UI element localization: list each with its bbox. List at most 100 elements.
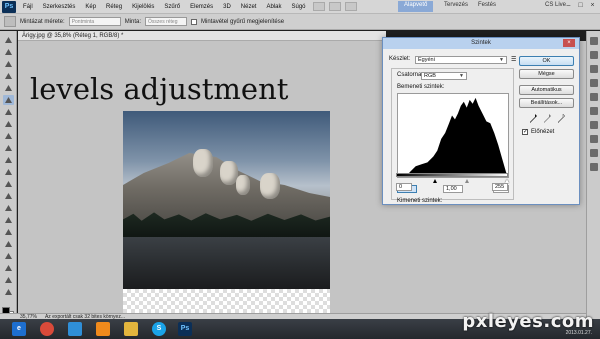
- dialog-title: Szintek: [383, 38, 579, 49]
- marquee-tool-icon[interactable]: [3, 47, 14, 57]
- crop-tool-icon[interactable]: [3, 83, 14, 93]
- input-levels-slider[interactable]: [397, 179, 509, 183]
- show-ring-label: Mintavétel gyűrű megjelenítése: [201, 18, 285, 25]
- swatches-panel-icon[interactable]: [590, 79, 598, 87]
- cs-live-button[interactable]: CS Live: [545, 2, 566, 8]
- dialog-close-icon[interactable]: ×: [563, 39, 575, 47]
- menu-file[interactable]: Fájl: [18, 4, 38, 10]
- healing-brush-tool-icon[interactable]: [3, 107, 14, 117]
- type-tool-icon[interactable]: [3, 215, 14, 225]
- brush-tool-icon[interactable]: [3, 119, 14, 129]
- eyedropper-tool-preset-icon[interactable]: [4, 16, 16, 27]
- blur-tool-icon[interactable]: [3, 179, 14, 189]
- history-panel-icon[interactable]: [590, 37, 598, 45]
- gray-point-eyedropper-icon[interactable]: [544, 114, 551, 123]
- output-levels-gradient: [396, 173, 508, 177]
- input-gray-field[interactable]: 1,00: [443, 185, 463, 193]
- output-white-field[interactable]: 255: [492, 183, 508, 191]
- actions-panel-icon[interactable]: [590, 51, 598, 59]
- 3d-rotate-tool-icon[interactable]: [3, 251, 14, 261]
- output-black-field[interactable]: 0: [396, 183, 412, 191]
- bridge-icon[interactable]: [312, 2, 325, 11]
- maximize-icon[interactable]: □: [576, 1, 585, 10]
- workspace-design[interactable]: Tervezés: [438, 1, 474, 12]
- 3d-orbit-tool-icon[interactable]: [3, 263, 14, 273]
- minimize-icon[interactable]: –: [564, 1, 573, 10]
- zoom-level-icon[interactable]: [344, 2, 357, 11]
- adjustments-panel-icon[interactable]: [590, 93, 598, 101]
- move-tool-icon[interactable]: [3, 35, 14, 45]
- paths-panel-icon[interactable]: [590, 135, 598, 143]
- lasso-tool-icon[interactable]: [3, 59, 14, 69]
- history-brush-tool-icon[interactable]: [3, 143, 14, 153]
- file-explorer-icon[interactable]: [124, 322, 138, 336]
- menu-3d[interactable]: 3D: [218, 4, 236, 10]
- document-tab[interactable]: Ärigy.jpg @ 35,8% (Réteg 1, RGB/8) *: [18, 31, 386, 41]
- preset-select[interactable]: Egyéni ▼: [415, 56, 507, 64]
- character-panel-icon[interactable]: [590, 149, 598, 157]
- options-bar: Mintázat mérete: Pontminta Minta: Összes…: [0, 14, 600, 30]
- show-ring-checkbox[interactable]: [191, 18, 198, 25]
- ie-icon[interactable]: e: [12, 322, 26, 336]
- transparent-area: [123, 289, 330, 313]
- gradient-tool-icon[interactable]: [3, 167, 14, 177]
- channel-select[interactable]: RGB ▼: [421, 72, 467, 80]
- workspace-essentials[interactable]: Alapvető: [398, 1, 434, 12]
- auto-button[interactable]: Automatikus: [519, 85, 574, 95]
- menu-help[interactable]: Súgó: [287, 4, 311, 10]
- menu-edit[interactable]: Szerkesztés: [38, 4, 81, 10]
- path-selection-tool-icon[interactable]: [3, 227, 14, 237]
- channels-panel-icon[interactable]: [590, 121, 598, 129]
- input-gray-handle[interactable]: [465, 179, 469, 183]
- photo-viewer-icon[interactable]: [68, 322, 82, 336]
- menu-select[interactable]: Kijelölés: [127, 4, 159, 10]
- tools-panel: [0, 31, 17, 319]
- preset-value: Egyéni: [418, 57, 435, 63]
- preset-options-icon[interactable]: ☰: [511, 56, 516, 63]
- eraser-tool-icon[interactable]: [3, 155, 14, 165]
- menu-layer[interactable]: Réteg: [101, 4, 127, 10]
- white-point-eyedropper-icon[interactable]: [558, 114, 565, 123]
- washington-face: [193, 149, 213, 177]
- black-point-eyedropper-icon[interactable]: [530, 114, 537, 123]
- shape-tool-icon[interactable]: [3, 239, 14, 249]
- options-button[interactable]: Beállítások...: [519, 98, 574, 108]
- input-black-handle[interactable]: [433, 179, 437, 183]
- minibridge-icon[interactable]: [328, 2, 341, 11]
- chrome-icon[interactable]: [40, 322, 54, 336]
- skype-icon[interactable]: S: [152, 322, 166, 336]
- photo-lake: [123, 237, 330, 289]
- workspace-painting[interactable]: Festés: [472, 1, 502, 12]
- lincoln-face: [260, 173, 280, 199]
- menu-image[interactable]: Kép: [80, 4, 101, 10]
- eyedropper-tool-icon[interactable]: [3, 95, 14, 105]
- menu-filter[interactable]: Szűrő: [159, 4, 185, 10]
- menu-view[interactable]: Nézet: [236, 4, 262, 10]
- chevron-down-icon: ▼: [499, 57, 504, 63]
- cancel-button[interactable]: Mégse: [519, 69, 574, 79]
- vlc-icon[interactable]: [96, 322, 110, 336]
- dodge-tool-icon[interactable]: [3, 191, 14, 201]
- pxleyes-watermark: pxleyes.com: [462, 311, 594, 332]
- preview-label: Előnézet: [531, 129, 555, 135]
- close-icon[interactable]: ×: [588, 1, 597, 10]
- color-panel-icon[interactable]: [590, 65, 598, 73]
- photoshop-taskbar-icon[interactable]: Ps: [178, 322, 192, 336]
- histogram: [397, 93, 509, 178]
- menu-analysis[interactable]: Elemzés: [185, 4, 218, 10]
- layers-panel-icon[interactable]: [590, 107, 598, 115]
- panel-dock: [586, 31, 600, 319]
- mount-rushmore-photo: [123, 111, 330, 289]
- pattern-select[interactable]: Összes réteg: [145, 17, 188, 26]
- hand-tool-icon[interactable]: [3, 275, 14, 285]
- channel-label: Csatorna:: [397, 72, 424, 78]
- paragraph-panel-icon[interactable]: [590, 163, 598, 171]
- preview-checkbox[interactable]: ✓: [522, 129, 528, 135]
- clone-stamp-tool-icon[interactable]: [3, 131, 14, 141]
- sample-size-select[interactable]: Pontminta: [68, 17, 121, 26]
- quick-select-tool-icon[interactable]: [3, 71, 14, 81]
- pen-tool-icon[interactable]: [3, 203, 14, 213]
- menu-window[interactable]: Ablak: [261, 4, 286, 10]
- zoom-tool-icon[interactable]: [3, 287, 14, 297]
- ok-button[interactable]: OK: [519, 56, 574, 66]
